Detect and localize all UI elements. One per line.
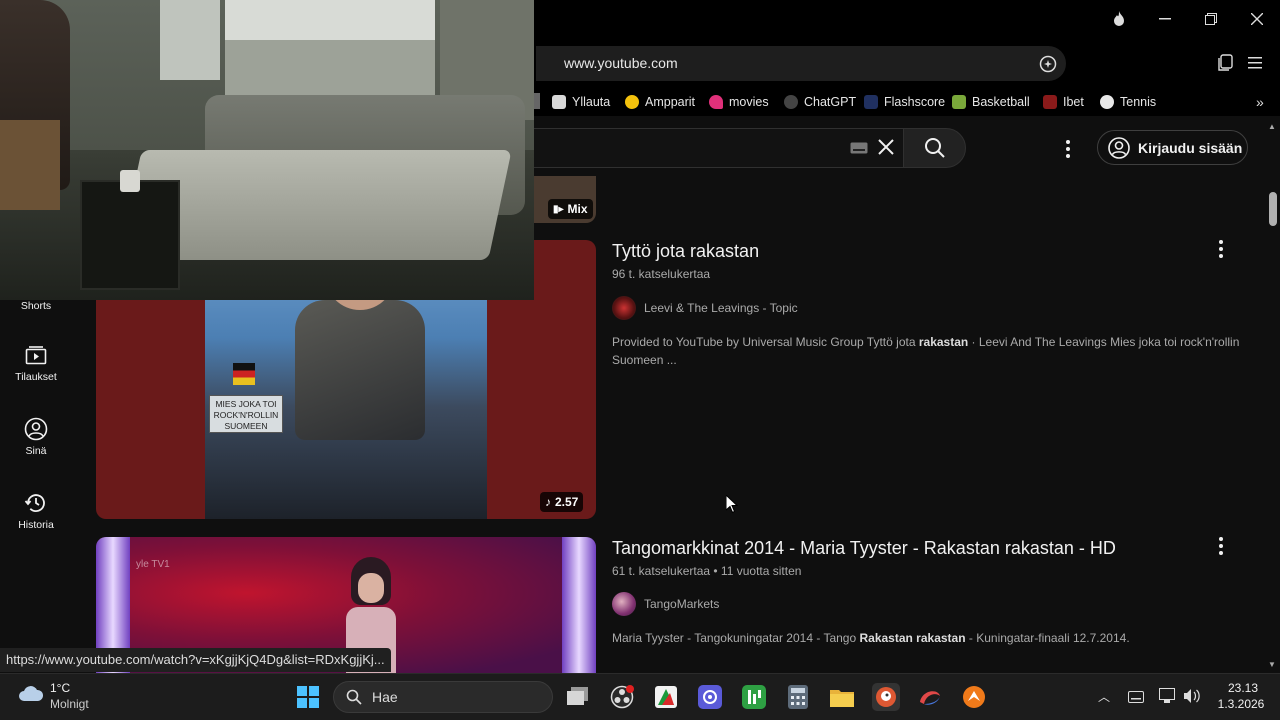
album-label: MIES JOKA TOI ROCK'N'ROLLIN SUOMEEN [209, 395, 283, 433]
fridge [160, 0, 220, 80]
duckduckgo-browser-icon[interactable] [872, 683, 900, 711]
mug [120, 170, 140, 192]
bookmark-basketball[interactable]: Basketball [952, 93, 1030, 111]
tradingview-icon[interactable] [740, 683, 768, 711]
yllauta-icon [552, 95, 566, 109]
bookmark-movies[interactable]: movies [709, 93, 769, 111]
windows-start-icon[interactable] [294, 683, 322, 711]
subscriptions-icon [25, 346, 47, 365]
video-title[interactable]: Tyttö jota rakastan [612, 241, 759, 262]
network-icon[interactable] [1159, 688, 1177, 709]
search-icon [924, 138, 945, 158]
channel-link[interactable]: Leevi & The Leavings - Topic [612, 296, 798, 320]
bookmark-yllauta[interactable]: Yllauta [552, 93, 610, 111]
bookmark-partial-icon [534, 93, 540, 109]
tv-watermark: yle TV1 [136, 559, 170, 570]
volume-icon[interactable] [1183, 688, 1201, 709]
video-title[interactable]: Tangomarkkinat 2014 - Maria Tyyster - Ra… [612, 538, 1116, 559]
clock-date[interactable]: 1.3.2026 [1210, 697, 1272, 711]
music-note-icon: ♪ [545, 495, 551, 509]
kitchen-counter [225, 40, 435, 100]
wooden-chair [0, 120, 60, 210]
stage-light-right [562, 537, 596, 677]
ibet-icon [1043, 95, 1057, 109]
history-icon [24, 494, 45, 512]
file-explorer-icon[interactable] [828, 683, 856, 711]
scrollbar-thumb[interactable] [1269, 192, 1277, 226]
app-swirl-icon[interactable] [916, 683, 944, 711]
obs-icon[interactable] [608, 683, 636, 711]
channel-avatar [612, 296, 636, 320]
minimize-button[interactable] [1142, 4, 1188, 34]
close-button[interactable] [1234, 4, 1280, 34]
video-meta: 61 t. katselukertaa • 11 vuotta sitten [612, 564, 802, 578]
mouse-cursor [725, 493, 739, 519]
bookmark-ibet[interactable]: Ibet [1043, 93, 1084, 111]
video-description: Maria Tyyster - Tangokuningatar 2014 - T… [612, 631, 1130, 645]
sidebar-item-subscriptions[interactable]: Tilaukset [0, 343, 72, 383]
flashscore-icon [864, 95, 878, 109]
search-input[interactable] [534, 128, 904, 168]
search-icon [346, 689, 362, 705]
video-menu-icon[interactable] [1212, 240, 1230, 258]
settings-menu-icon[interactable] [1059, 140, 1077, 158]
chevron-up-icon[interactable]: ︿ [1098, 688, 1110, 705]
playlist-icon: ▮▸ [553, 203, 564, 215]
fire-icon[interactable] [1096, 4, 1142, 34]
restore-button[interactable] [1188, 4, 1234, 34]
bookmark-flashscore[interactable]: Flashscore [864, 93, 945, 111]
user-icon [24, 417, 48, 441]
video-description: Provided to YouTube by Universal Music G… [612, 335, 1240, 367]
tennis-icon [1100, 95, 1114, 109]
sidebar-item-history[interactable]: Historia [0, 491, 72, 531]
signin-button[interactable]: Kirjaudu sisään [1097, 130, 1248, 165]
bookmark-ampparit[interactable]: Ampparit [625, 93, 695, 111]
album-flag [233, 363, 255, 385]
taskbar-search[interactable]: Hae [333, 681, 553, 713]
ai-chat-icon[interactable] [1038, 54, 1058, 79]
video-menu-icon[interactable] [1212, 537, 1230, 555]
side-table [80, 180, 180, 290]
webcam-overlay [0, 0, 534, 300]
scroll-down-icon[interactable]: ▼ [1268, 660, 1276, 669]
album-figure [295, 300, 425, 440]
app-flag-icon[interactable] [652, 683, 680, 711]
sidebar-item-you[interactable]: Sinä [0, 417, 72, 457]
bookmark-chatgpt[interactable]: ChatGPT [784, 93, 856, 111]
keyboard-icon[interactable] [1128, 690, 1144, 708]
search-button[interactable] [903, 128, 966, 168]
duration-badge: ♪ 2.57 [540, 492, 584, 512]
weather-temp[interactable]: 1°C [50, 681, 70, 695]
singer-face [358, 573, 384, 603]
mix-badge: ▮▸ Mix [548, 199, 593, 219]
channel-link[interactable]: TangoMarkets [612, 592, 719, 616]
clock-time[interactable]: 23.13 [1218, 681, 1268, 695]
app-orange-icon[interactable] [960, 683, 988, 711]
ampparit-icon [625, 95, 639, 109]
tabs-icon[interactable] [1216, 54, 1234, 77]
taskbar [0, 673, 1280, 720]
clear-search-icon[interactable] [878, 139, 894, 160]
url-text[interactable]: www.youtube.com [564, 55, 678, 71]
keyboard-icon[interactable] [850, 141, 868, 159]
chatgpt-icon [784, 95, 798, 109]
bookmark-tennis[interactable]: Tennis [1100, 93, 1156, 111]
upper-cabinets [225, 0, 435, 40]
chevron-right-icon[interactable]: » [1256, 94, 1264, 110]
scroll-up-icon[interactable]: ▲ [1268, 122, 1276, 131]
heart-icon [709, 95, 723, 109]
weather-desc[interactable]: Molnigt [50, 697, 89, 711]
sidebar-item-shorts[interactable]: Shorts [0, 300, 72, 312]
account-icon [1108, 136, 1130, 159]
camera-app-icon[interactable] [696, 683, 724, 711]
task-view-icon[interactable] [564, 683, 592, 711]
menu-icon[interactable] [1248, 56, 1264, 75]
channel-avatar [612, 592, 636, 616]
status-url-bar: https://www.youtube.com/watch?v=xKgjjKjQ… [0, 648, 391, 672]
video-meta: 96 t. katselukertaa [612, 267, 711, 281]
basketball-icon [952, 95, 966, 109]
cloud-icon[interactable] [18, 685, 44, 708]
calculator-icon[interactable] [784, 683, 812, 711]
